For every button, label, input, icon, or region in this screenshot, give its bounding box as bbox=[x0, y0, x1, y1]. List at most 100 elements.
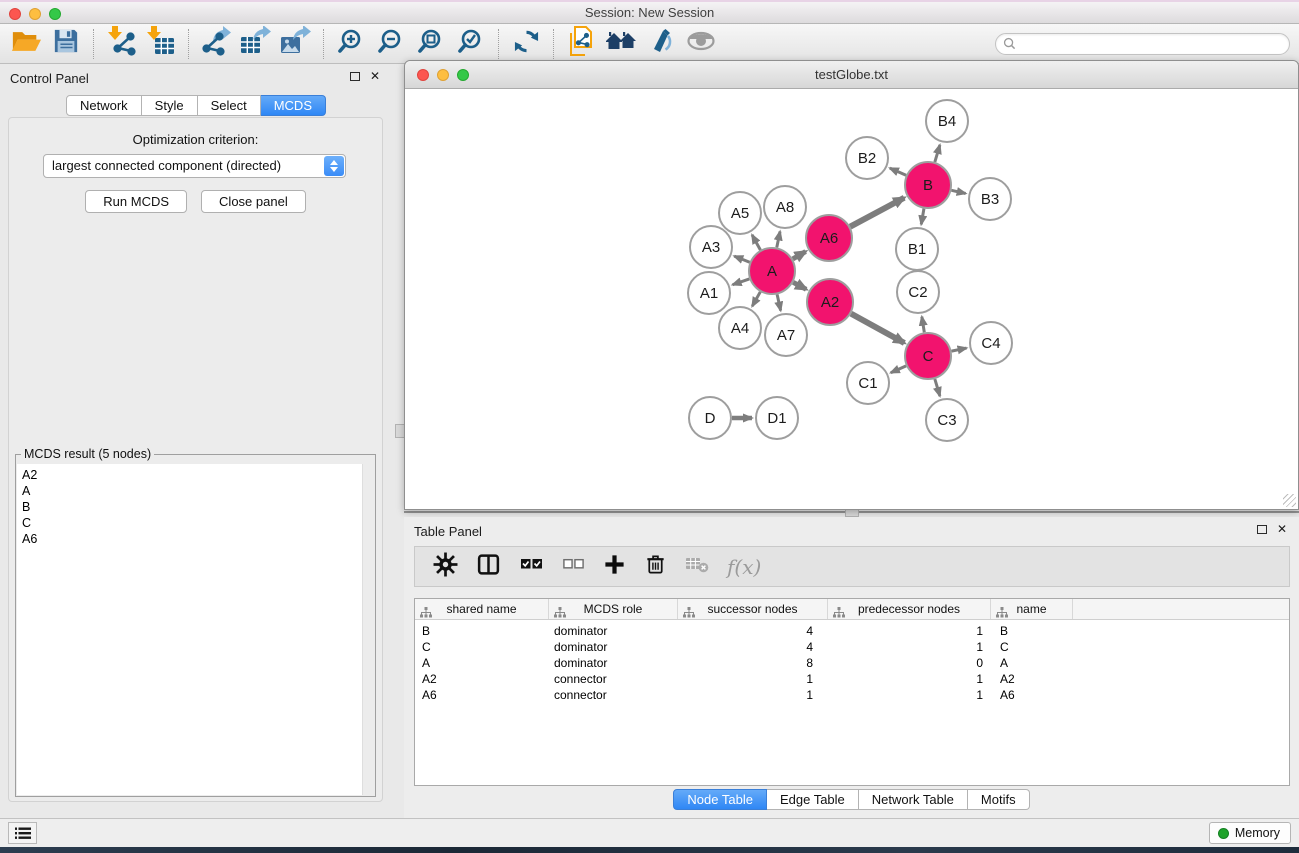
show-graphics-details-button[interactable] bbox=[681, 27, 721, 61]
node-A7[interactable]: A7 bbox=[765, 314, 807, 356]
export-table-button[interactable] bbox=[236, 27, 276, 61]
save-session-button[interactable] bbox=[46, 27, 86, 61]
node-B1[interactable]: B1 bbox=[896, 228, 938, 270]
mcds-result-item[interactable]: B bbox=[17, 499, 374, 515]
node-D[interactable]: D bbox=[689, 397, 731, 439]
node-A[interactable]: A bbox=[749, 248, 795, 294]
tab-network[interactable]: Network bbox=[66, 95, 142, 116]
tab-motifs[interactable]: Motifs bbox=[968, 789, 1030, 810]
edge-C-C1[interactable] bbox=[891, 366, 906, 373]
mcds-result-item[interactable]: A bbox=[17, 483, 374, 499]
edge-B-B2[interactable] bbox=[890, 168, 906, 175]
minimize-window-icon[interactable] bbox=[29, 8, 41, 20]
edge-B-B3[interactable] bbox=[951, 190, 965, 193]
node-A5[interactable]: A5 bbox=[719, 192, 761, 234]
horizontal-split-grip[interactable] bbox=[845, 509, 859, 517]
window-resize-grip[interactable] bbox=[1283, 494, 1296, 507]
style-highlight-button[interactable] bbox=[641, 27, 681, 61]
tab-network-table[interactable]: Network Table bbox=[859, 789, 968, 810]
node-D1[interactable]: D1 bbox=[756, 397, 798, 439]
split-columns-button[interactable] bbox=[476, 552, 501, 582]
edge-A-A5[interactable] bbox=[752, 235, 760, 250]
export-network-button[interactable] bbox=[196, 27, 236, 61]
node-A8[interactable]: A8 bbox=[764, 186, 806, 228]
refresh-layout-button[interactable] bbox=[506, 27, 546, 61]
memory-button[interactable]: Memory bbox=[1209, 822, 1291, 844]
mcds-result-item[interactable]: A6 bbox=[17, 531, 374, 547]
mcds-result-item[interactable]: A2 bbox=[17, 467, 374, 483]
node-A3[interactable]: A3 bbox=[690, 226, 732, 268]
column-header-name[interactable]: name bbox=[991, 599, 1073, 619]
zoom-selected-button[interactable] bbox=[451, 27, 491, 61]
node-B3[interactable]: B3 bbox=[969, 178, 1011, 220]
edge-B-B4[interactable] bbox=[935, 145, 940, 162]
column-header-successor-nodes[interactable]: successor nodes bbox=[678, 599, 828, 619]
node-A4[interactable]: A4 bbox=[719, 307, 761, 349]
select-all-columns-button[interactable] bbox=[519, 553, 544, 580]
edge-A-A1[interactable] bbox=[733, 279, 750, 285]
table-row[interactable]: A2connector11A2 bbox=[415, 671, 1289, 687]
deselect-all-columns-button[interactable] bbox=[562, 554, 585, 579]
table-row[interactable]: A6connector11A6 bbox=[415, 687, 1289, 703]
node-C2[interactable]: C2 bbox=[897, 271, 939, 313]
network-minimize-icon[interactable] bbox=[437, 69, 449, 81]
edge-A-A7[interactable] bbox=[777, 294, 781, 310]
float-table-panel-icon[interactable] bbox=[1257, 525, 1267, 534]
node-A2[interactable]: A2 bbox=[807, 279, 853, 325]
edge-B-B1[interactable] bbox=[921, 209, 924, 225]
table-row[interactable]: Bdominator41B bbox=[415, 623, 1289, 639]
node-C[interactable]: C bbox=[905, 333, 951, 379]
close-table-panel-icon[interactable]: ✕ bbox=[1277, 524, 1287, 534]
edge-A6-B[interactable] bbox=[850, 198, 904, 227]
run-mcds-button[interactable]: Run MCDS bbox=[85, 190, 187, 213]
zoom-fit-button[interactable] bbox=[411, 27, 451, 61]
edge-A-A3[interactable] bbox=[734, 256, 749, 262]
open-session-button[interactable] bbox=[6, 27, 46, 61]
import-network-button[interactable] bbox=[101, 27, 141, 61]
network-canvas[interactable]: B4B2BB3A8A5A6A3B1AC2A1A2A4A7C4CC1DD1C3 bbox=[406, 90, 1297, 509]
zoom-window-icon[interactable] bbox=[49, 8, 61, 20]
table-row[interactable]: Cdominator41C bbox=[415, 639, 1289, 655]
column-header-MCDS-role[interactable]: MCDS role bbox=[549, 599, 678, 619]
mcds-result-scrollbar[interactable] bbox=[362, 464, 374, 795]
import-table-button[interactable] bbox=[141, 27, 181, 61]
task-history-button[interactable] bbox=[8, 822, 37, 844]
edge-C-C3[interactable] bbox=[935, 379, 940, 396]
duplicate-network-button[interactable] bbox=[561, 27, 601, 61]
tab-select[interactable]: Select bbox=[198, 95, 261, 116]
node-A1[interactable]: A1 bbox=[688, 272, 730, 314]
mcds-result-item[interactable]: C bbox=[17, 515, 374, 531]
close-window-icon[interactable] bbox=[9, 8, 21, 20]
table-settings-button[interactable] bbox=[433, 552, 458, 582]
zoom-in-button[interactable] bbox=[331, 27, 371, 61]
column-header-shared-name[interactable]: shared name bbox=[415, 599, 549, 619]
network-close-icon[interactable] bbox=[417, 69, 429, 81]
delete-columns-button[interactable] bbox=[644, 552, 667, 581]
node-C3[interactable]: C3 bbox=[926, 399, 968, 441]
edge-C-C2[interactable] bbox=[922, 317, 924, 333]
add-column-button[interactable] bbox=[603, 553, 626, 581]
close-panel-icon[interactable]: ✕ bbox=[370, 71, 380, 81]
edge-C-C4[interactable] bbox=[952, 348, 967, 351]
node-B[interactable]: B bbox=[905, 162, 951, 208]
column-header-predecessor-nodes[interactable]: predecessor nodes bbox=[828, 599, 991, 619]
edge-A-A4[interactable] bbox=[752, 292, 760, 306]
tab-node-table[interactable]: Node Table bbox=[673, 789, 767, 810]
export-image-button[interactable] bbox=[276, 27, 316, 61]
float-panel-icon[interactable] bbox=[350, 72, 360, 81]
tab-style[interactable]: Style bbox=[142, 95, 198, 116]
node-C1[interactable]: C1 bbox=[847, 362, 889, 404]
edge-A2-C[interactable] bbox=[851, 314, 904, 343]
table-row[interactable]: Adominator80A bbox=[415, 655, 1289, 671]
node-C4[interactable]: C4 bbox=[970, 322, 1012, 364]
edge-A-A2[interactable] bbox=[793, 282, 806, 289]
edge-A-A8[interactable] bbox=[777, 231, 780, 247]
browser-home-button[interactable] bbox=[601, 27, 641, 61]
node-A6[interactable]: A6 bbox=[806, 215, 852, 261]
zoom-out-button[interactable] bbox=[371, 27, 411, 61]
tab-mcds[interactable]: MCDS bbox=[261, 95, 326, 116]
node-B4[interactable]: B4 bbox=[926, 100, 968, 142]
optimization-criterion-dropdown[interactable]: largest connected component (directed) bbox=[43, 154, 346, 178]
close-panel-button[interactable]: Close panel bbox=[201, 190, 306, 213]
tab-edge-table[interactable]: Edge Table bbox=[767, 789, 859, 810]
